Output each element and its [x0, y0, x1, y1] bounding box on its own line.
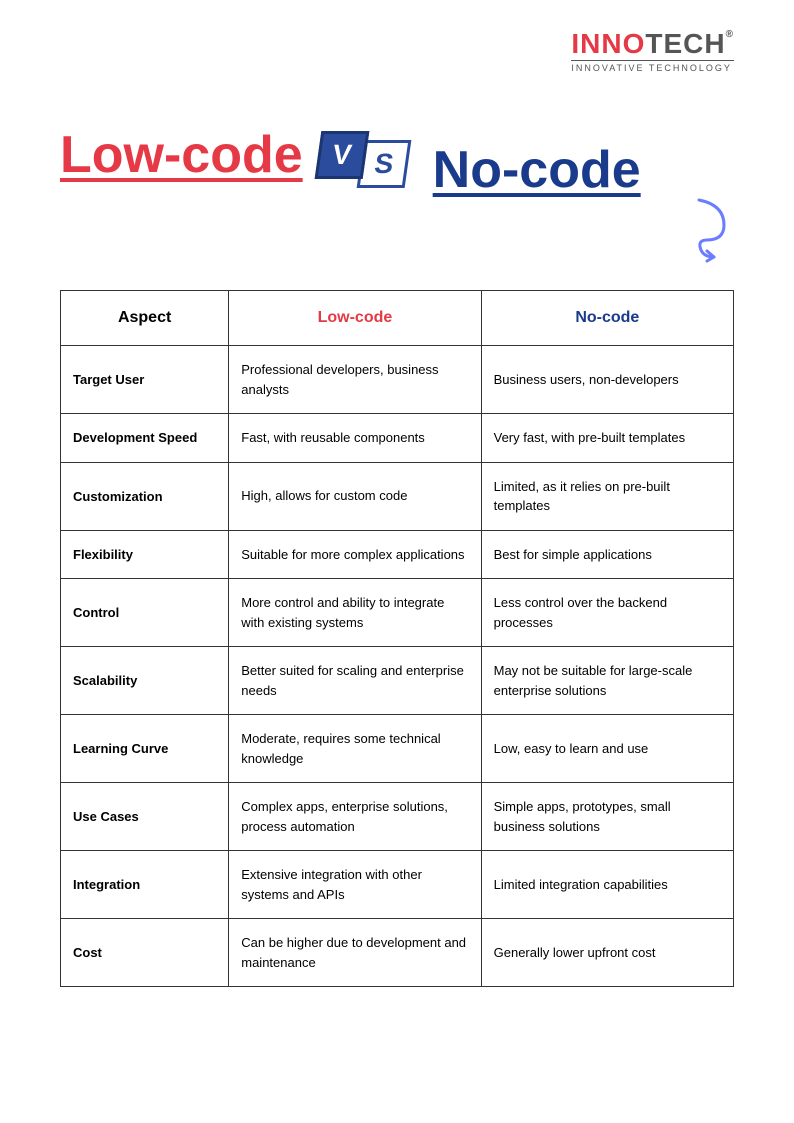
nocode-cell: Business users, non-developers	[481, 346, 733, 414]
company-logo: INNOTECH® INNOVATIVE TECHNOLOGY	[571, 30, 734, 73]
logo-part1: INNO	[571, 28, 645, 59]
table-row: Use CasesComplex apps, enterprise soluti…	[61, 783, 734, 851]
aspect-cell: Flexibility	[61, 530, 229, 579]
table-row: IntegrationExtensive integration with ot…	[61, 851, 734, 919]
table-row: ControlMore control and ability to integ…	[61, 579, 734, 647]
aspect-cell: Use Cases	[61, 783, 229, 851]
nocode-cell: Limited, as it relies on pre-built templ…	[481, 462, 733, 530]
aspect-cell: Control	[61, 579, 229, 647]
table-row: FlexibilitySuitable for more complex app…	[61, 530, 734, 579]
table-row: CustomizationHigh, allows for custom cod…	[61, 462, 734, 530]
nocode-cell: Very fast, with pre-built templates	[481, 414, 733, 463]
nocode-cell: Limited integration capabilities	[481, 851, 733, 919]
lowcode-cell: Moderate, requires some technical knowle…	[229, 715, 481, 783]
lowcode-cell: Professional developers, business analys…	[229, 346, 481, 414]
aspect-cell: Cost	[61, 919, 229, 987]
curly-arrow-icon	[689, 195, 739, 265]
nocode-cell: May not be suitable for large-scale ente…	[481, 647, 733, 715]
aspect-cell: Integration	[61, 851, 229, 919]
lowcode-cell: High, allows for custom code	[229, 462, 481, 530]
lowcode-cell: Complex apps, enterprise solutions, proc…	[229, 783, 481, 851]
logo-text: INNOTECH®	[571, 30, 734, 58]
title-lowcode: Low-code	[60, 125, 303, 185]
table-row: Learning CurveModerate, requires some te…	[61, 715, 734, 783]
vs-v-box: V	[314, 131, 369, 179]
registered-icon: ®	[726, 29, 734, 40]
lowcode-cell: Better suited for scaling and enterprise…	[229, 647, 481, 715]
table-header-row: Aspect Low-code No-code	[61, 291, 734, 346]
header-lowcode: Low-code	[229, 291, 481, 346]
title-nocode: No-code	[433, 140, 641, 200]
header-aspect: Aspect	[61, 291, 229, 346]
comparison-table: Aspect Low-code No-code Target UserProfe…	[60, 290, 734, 987]
lowcode-cell: Can be higher due to development and mai…	[229, 919, 481, 987]
aspect-cell: Learning Curve	[61, 715, 229, 783]
table-row: Development SpeedFast, with reusable com…	[61, 414, 734, 463]
nocode-cell: Less control over the backend processes	[481, 579, 733, 647]
nocode-cell: Best for simple applications	[481, 530, 733, 579]
page-title: Low-code V S No-code	[60, 110, 734, 200]
aspect-cell: Target User	[61, 346, 229, 414]
logo-subtitle: INNOVATIVE TECHNOLOGY	[571, 60, 734, 73]
table-row: CostCan be higher due to development and…	[61, 919, 734, 987]
lowcode-cell: Suitable for more complex applications	[229, 530, 481, 579]
nocode-cell: Generally lower upfront cost	[481, 919, 733, 987]
lowcode-cell: Fast, with reusable components	[229, 414, 481, 463]
lowcode-cell: Extensive integration with other systems…	[229, 851, 481, 919]
nocode-cell: Simple apps, prototypes, small business …	[481, 783, 733, 851]
aspect-cell: Customization	[61, 462, 229, 530]
table-row: Target UserProfessional developers, busi…	[61, 346, 734, 414]
table-row: ScalabilityBetter suited for scaling and…	[61, 647, 734, 715]
lowcode-cell: More control and ability to integrate wi…	[229, 579, 481, 647]
header-nocode: No-code	[481, 291, 733, 346]
nocode-cell: Low, easy to learn and use	[481, 715, 733, 783]
vs-badge-icon: V S	[318, 122, 408, 188]
aspect-cell: Development Speed	[61, 414, 229, 463]
aspect-cell: Scalability	[61, 647, 229, 715]
logo-part2: TECH	[645, 28, 725, 59]
